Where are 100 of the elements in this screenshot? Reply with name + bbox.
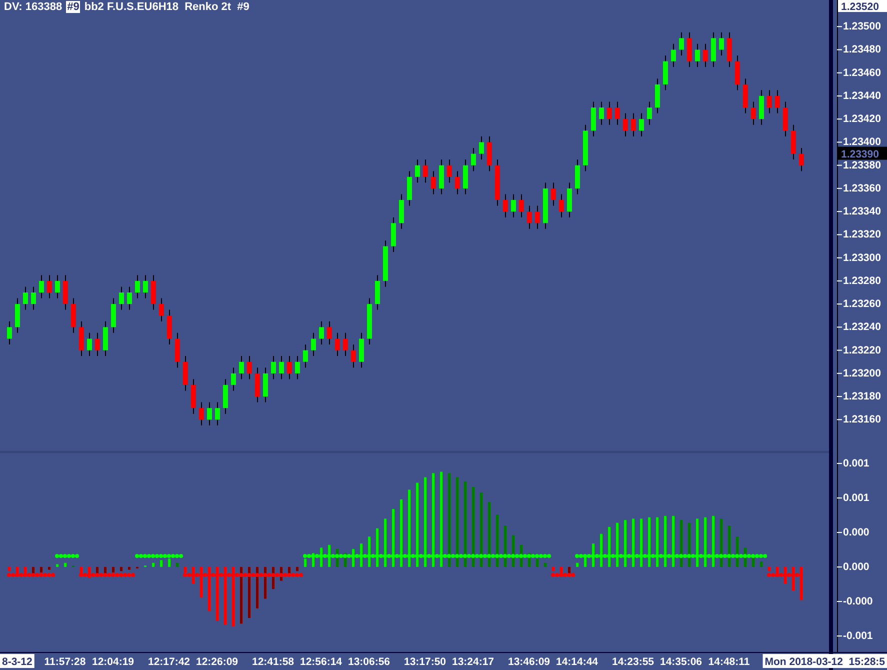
y-axis-label: 1.23340 [843, 206, 881, 218]
renko-candle [71, 298, 76, 334]
x-axis-label: 12:17:42 [148, 656, 190, 668]
histogram-bar [504, 526, 506, 567]
histogram-bar [48, 566, 50, 570]
renko-candle [743, 78, 748, 114]
histogram-bar [376, 528, 378, 567]
histogram-bar [8, 566, 10, 572]
renko-candle [151, 274, 156, 310]
renko-candle [559, 194, 564, 218]
y-axis-label: 1.23300 [843, 252, 881, 264]
renko-candle [607, 101, 612, 126]
histogram-bar [224, 566, 226, 625]
y-axis-label: 0.001 [843, 457, 870, 470]
renko-candle [431, 170, 436, 195]
y-axis-label: -0.001 [843, 630, 873, 642]
renko-candle [407, 170, 412, 206]
renko-candle [623, 112, 628, 137]
renko-candle [759, 90, 764, 126]
renko-candle [727, 32, 732, 68]
renko-candle [511, 194, 516, 218]
renko-candle [767, 90, 772, 114]
y-axis-label: 1.23200 [843, 367, 881, 380]
histogram-bar [304, 558, 306, 567]
renko-candle [383, 240, 388, 288]
renko-candle [375, 274, 380, 310]
histogram-bar [664, 516, 666, 567]
y-axis-label: 1.23400 [843, 136, 881, 148]
histogram-bar [256, 566, 258, 608]
histogram-bar [248, 566, 250, 618]
histogram-bar [640, 518, 642, 567]
renko-candle [343, 332, 348, 357]
histogram-bar [728, 526, 730, 567]
renko-candle [391, 216, 396, 252]
renko-candle [791, 124, 796, 160]
renko-candle [775, 90, 780, 114]
histogram-bar [392, 509, 394, 567]
histogram-bar [488, 502, 490, 567]
renko-candle [455, 170, 460, 195]
x-axis-label: 13:17:50 [404, 656, 446, 668]
histogram-bar [712, 516, 714, 567]
y-axis-label: 1.23280 [843, 274, 881, 287]
renko-candle [687, 32, 692, 68]
histogram-bar [80, 566, 82, 574]
histogram-bar [120, 566, 122, 572]
histogram-bar [544, 562, 546, 567]
histogram-bar [768, 566, 770, 572]
renko-candle [79, 320, 84, 357]
renko-candle [695, 43, 700, 68]
histogram-bar [672, 516, 674, 567]
histogram-bar [216, 566, 218, 621]
renko-candle [15, 298, 20, 334]
histogram-bar [680, 520, 682, 567]
histogram-bar [608, 526, 610, 567]
y-axis-label: 1.23480 [843, 44, 881, 56]
renko-candle [255, 367, 260, 403]
renko-candle [575, 159, 580, 195]
instrument-title: bb2 F.U.S.EU6H18 Renko 2t #9 [84, 1, 250, 13]
renko-candle [711, 32, 716, 68]
renko-candle [591, 101, 596, 137]
histogram-bar [616, 522, 618, 567]
y-axis-label: 1.23260 [843, 298, 881, 310]
x-axis-label: 12:26:09 [196, 656, 238, 668]
renko-candle [631, 112, 636, 137]
histogram-bar [656, 517, 658, 567]
renko-candle [223, 378, 228, 414]
renko-candle [679, 32, 684, 56]
histogram-bar [552, 566, 554, 572]
y-axis-label: 1.23180 [843, 390, 881, 402]
x-axis-label: 13:46:09 [508, 656, 550, 668]
renko-candle [495, 159, 500, 206]
histogram-bar [232, 566, 234, 626]
histogram-bar [720, 518, 722, 567]
renko-candle [63, 274, 68, 310]
renko-candle [103, 320, 108, 357]
renko-candle [367, 298, 372, 345]
renko-candle [247, 356, 252, 380]
histogram-bar [176, 562, 178, 567]
renko-candle [183, 356, 188, 392]
last-price-marker: 1.23390 [838, 146, 887, 161]
renko-candle [799, 147, 804, 172]
y-axis-label: 1.23440 [843, 90, 881, 102]
histogram-bar [160, 560, 162, 567]
date-label: 8-3-12 [0, 654, 34, 668]
x-axis-label: 12:56:14 [300, 656, 342, 668]
histogram-bar [64, 562, 66, 567]
x-axis-label: 12:04:19 [92, 656, 134, 668]
histogram-bar [624, 520, 626, 567]
renko-candle [783, 101, 788, 137]
top-price-label: 1.23520 [838, 0, 887, 13]
histogram-bar [536, 558, 538, 567]
x-axis-label: 12:41:58 [252, 656, 294, 668]
histogram-bar [688, 522, 690, 567]
chart-info-text: DV: 163388 [4, 1, 62, 13]
renko-candle [599, 101, 604, 126]
renko-candle [527, 205, 532, 230]
renko-candle [303, 344, 308, 368]
y-axis-label: 1.23220 [843, 344, 881, 356]
renko-candle [239, 356, 244, 380]
histogram-bar [168, 558, 170, 567]
